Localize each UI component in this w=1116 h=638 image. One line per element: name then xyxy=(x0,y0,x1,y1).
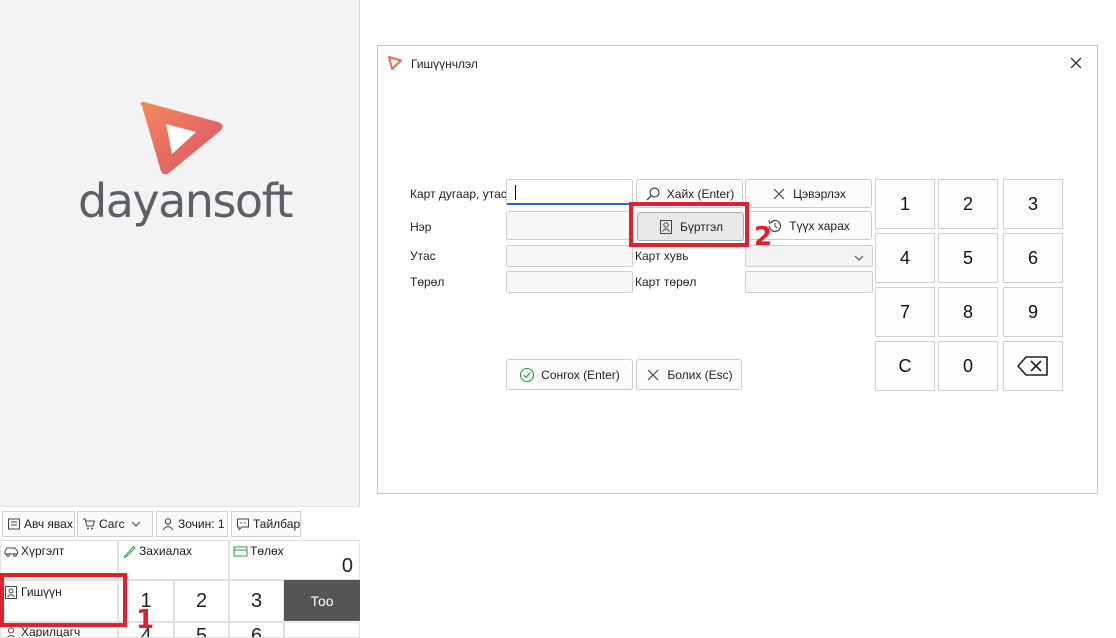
keypad-3-label: 3 xyxy=(1027,193,1038,214)
note-label: Тайлбар xyxy=(253,517,301,531)
card-icon xyxy=(233,546,248,556)
check-circle-icon xyxy=(520,367,535,382)
app-logo-icon xyxy=(388,56,402,70)
card-share-label: Карт хувь xyxy=(635,249,689,263)
callout-number-1: 1 xyxy=(136,605,155,635)
select-button-label: Сонгох (Enter) xyxy=(541,367,620,382)
keypad-9[interactable]: 9 xyxy=(1003,287,1063,337)
takeaway-label: Авч явах xyxy=(24,517,73,531)
order-button[interactable]: Захиалах xyxy=(118,540,229,580)
logo-text: dayansoft xyxy=(78,174,293,228)
keypad-3[interactable]: 3 xyxy=(1003,179,1063,229)
cancel-button[interactable]: Болих (Esc) xyxy=(636,359,742,390)
cart-label: Сагс xyxy=(99,517,125,531)
close-icon xyxy=(1070,57,1082,69)
keypad-4[interactable]: 4 xyxy=(875,233,935,283)
keypad-0[interactable]: 0 xyxy=(938,341,998,391)
play-logo-icon xyxy=(140,102,223,175)
cart-button[interactable]: Сагс xyxy=(77,511,153,537)
comment-icon xyxy=(237,518,249,531)
guest-count-button[interactable]: Зочин: 1 xyxy=(156,511,228,537)
card-or-phone-input[interactable] xyxy=(506,179,633,205)
keypad-7-label: 7 xyxy=(899,301,910,322)
clear-button-label: Цэвэрлэх xyxy=(793,186,846,201)
card-type-input[interactable] xyxy=(745,271,873,293)
select-button[interactable]: Сонгох (Enter) xyxy=(506,359,633,390)
keypad-backspace[interactable] xyxy=(1003,341,1063,391)
name-label: Нэр xyxy=(410,220,432,234)
guest-count-label: Зочин: 1 xyxy=(178,517,225,531)
name-input[interactable] xyxy=(506,211,633,240)
payment-button[interactable]: Төлөх 0 xyxy=(229,540,360,580)
keypad-clear-label: C xyxy=(898,355,912,376)
keypad-2-label: 2 xyxy=(962,193,973,214)
backspace-icon xyxy=(1017,356,1048,376)
pos-numpad-5[interactable]: 5 xyxy=(174,622,229,638)
search-button-label: Хайх (Enter) xyxy=(666,186,735,201)
callout-box-1 xyxy=(0,573,127,627)
keypad-0-label: 0 xyxy=(962,355,973,376)
callout-number-2: 2 xyxy=(754,222,773,252)
pos-numpad-2-label: 2 xyxy=(195,589,208,612)
keypad-7[interactable]: 7 xyxy=(875,287,935,337)
keypad-5-label: 5 xyxy=(962,247,973,268)
text-caret xyxy=(515,185,516,200)
type-input[interactable] xyxy=(506,271,633,293)
pos-numpad-6-label: 6 xyxy=(250,625,263,638)
keypad-6[interactable]: 6 xyxy=(1003,233,1063,283)
close-icon xyxy=(773,188,785,199)
close-icon xyxy=(647,369,659,380)
chevron-down-icon xyxy=(854,255,864,261)
car-icon xyxy=(4,547,18,557)
quantity-button[interactable]: Тоо xyxy=(284,580,360,621)
pos-panel: dayansoft Авч явах Сагс Зочин: 1 Тайлбар… xyxy=(0,0,360,638)
person-icon xyxy=(162,518,174,531)
close-button[interactable] xyxy=(1063,52,1089,74)
phone-input[interactable] xyxy=(506,245,633,267)
history-button-label: Түүх харах xyxy=(789,218,850,233)
card-type-label: Карт төрөл xyxy=(635,275,697,289)
callout-box-2 xyxy=(629,202,749,247)
payment-label: Төлөх xyxy=(250,544,284,558)
keypad-4-label: 4 xyxy=(899,247,910,268)
pos-grid-cell xyxy=(284,622,360,638)
keypad-9-label: 9 xyxy=(1027,301,1038,322)
keypad-clear[interactable]: C xyxy=(875,341,935,391)
pos-toolbar: Авч явах Сагс Зочин: 1 Тайлбар xyxy=(0,506,360,540)
search-icon xyxy=(646,186,660,200)
pos-numpad-3-label: 3 xyxy=(250,589,263,612)
keypad-6-label: 6 xyxy=(1027,247,1038,268)
pos-numpad-6[interactable]: 6 xyxy=(229,622,284,638)
keypad-2[interactable]: 2 xyxy=(938,179,998,229)
receipt-icon xyxy=(8,518,20,530)
contact-icon xyxy=(6,627,16,637)
keypad-8-label: 8 xyxy=(962,301,973,322)
clear-button[interactable]: Цэвэрлэх xyxy=(745,179,872,208)
dayansoft-logo: dayansoft xyxy=(78,100,293,230)
keypad-1[interactable]: 1 xyxy=(875,179,935,229)
total-value: 0 xyxy=(341,555,353,577)
keypad-1-label: 1 xyxy=(899,193,910,214)
pos-numpad-3[interactable]: 3 xyxy=(229,580,284,622)
keypad-5[interactable]: 5 xyxy=(938,233,998,283)
takeaway-button[interactable]: Авч явах xyxy=(2,511,75,537)
chevron-down-icon xyxy=(131,521,140,527)
membership-dialog: Гишүүнчлэл Карт дугаар, утас Нэр Утас Тө… xyxy=(377,45,1098,494)
card-or-phone-label: Карт дугаар, утас xyxy=(410,187,507,201)
note-button[interactable]: Тайлбар xyxy=(231,511,301,537)
dialog-title: Гишүүнчлэл xyxy=(411,57,478,71)
phone-label: Утас xyxy=(410,249,436,263)
pos-numpad-5-label: 5 xyxy=(195,625,208,638)
cart-icon xyxy=(83,518,96,530)
pencil-icon xyxy=(123,545,136,558)
pos-numpad-2[interactable]: 2 xyxy=(174,580,229,622)
order-label: Захиалах xyxy=(139,544,192,558)
keypad-8[interactable]: 8 xyxy=(938,287,998,337)
delivery-label: Хүргэлт xyxy=(21,544,65,558)
type-label: Төрөл xyxy=(410,275,445,289)
cancel-button-label: Болих (Esc) xyxy=(667,367,733,382)
